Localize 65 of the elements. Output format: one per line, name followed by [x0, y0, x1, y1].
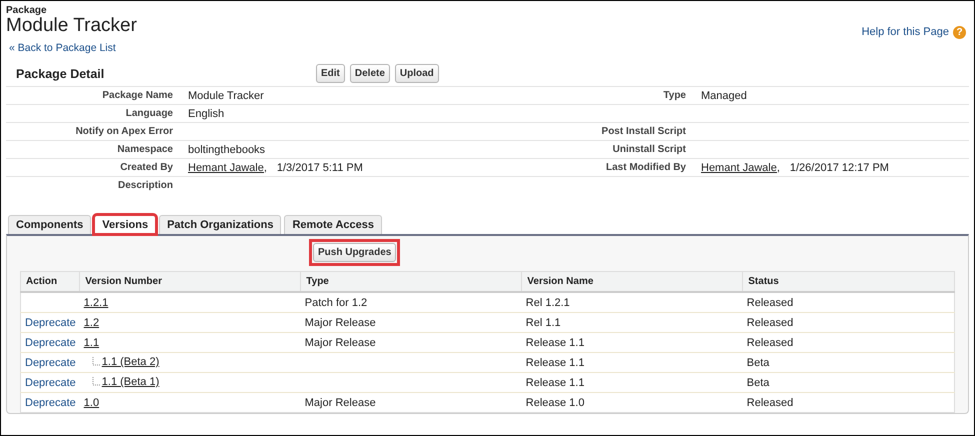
- tab[interactable]: Remote Access: [284, 215, 382, 234]
- field-value: English: [188, 108, 224, 120]
- field-label: Description: [118, 180, 173, 191]
- page-eyebrow: Package: [6, 5, 48, 16]
- deprecate-link[interactable]: Deprecate: [25, 376, 76, 388]
- field-value: 1/3/2017 5:11 PM: [276, 162, 363, 174]
- column-header: Version Number: [85, 276, 162, 287]
- section-title: Package Detail: [16, 66, 106, 80]
- tab[interactable]: Versions: [94, 215, 156, 234]
- field-label: Notify on Apex Error: [76, 126, 173, 137]
- table-cell: Beta: [746, 356, 770, 368]
- table-cell: Rel 1.2.1: [526, 296, 570, 308]
- version-link[interactable]: 1.2: [84, 316, 100, 328]
- action-button[interactable]: Delete: [350, 64, 390, 83]
- tree-connector-icon: [92, 356, 101, 366]
- table-cell: Released: [746, 396, 794, 408]
- field-value: Module Tracker: [188, 90, 264, 102]
- column-header: Action: [26, 276, 58, 287]
- table-cell: Release 1.1: [526, 356, 584, 368]
- version-link[interactable]: 1.1 (Beta 1): [102, 376, 160, 389]
- push-upgrades-button[interactable]: Push Upgrades: [313, 243, 396, 262]
- version-link[interactable]: 1.1 (Beta 2): [102, 356, 160, 369]
- page-title: Module Tracker: [6, 16, 137, 36]
- table-cell: Patch for 1.2: [304, 296, 368, 308]
- field-label: Namespace: [117, 144, 173, 155]
- deprecate-link[interactable]: Deprecate: [25, 396, 76, 408]
- table-cell: Released: [746, 336, 794, 348]
- column-header: Type: [306, 276, 329, 287]
- version-link[interactable]: 1.0: [84, 396, 100, 408]
- tab[interactable]: Components: [8, 215, 92, 234]
- field-label: Last Modified By: [606, 162, 686, 173]
- table-cell: Release 1.1: [526, 336, 584, 348]
- back-link[interactable]: « Back to Package List: [9, 42, 137, 54]
- table-cell: Major Release: [304, 396, 376, 408]
- user-link[interactable]: Hemant Jawale,: [188, 162, 267, 174]
- version-link[interactable]: 1.2.1: [84, 296, 108, 308]
- column-header: Status: [748, 276, 779, 287]
- table-cell: Released: [746, 316, 794, 328]
- field-label: Type: [663, 90, 686, 101]
- deprecate-link[interactable]: Deprecate: [25, 356, 76, 368]
- field-value: 1/26/2017 12:17 PM: [790, 162, 889, 174]
- table-cell: Major Release: [304, 316, 376, 328]
- help-link[interactable]: Help for this Page: [862, 26, 949, 38]
- deprecate-link[interactable]: Deprecate: [25, 316, 76, 328]
- deprecate-link[interactable]: Deprecate: [25, 336, 76, 348]
- field-label: Language: [126, 108, 173, 119]
- table-cell: Release 1.0: [526, 396, 584, 408]
- field-label: Uninstall Script: [612, 144, 686, 155]
- field-value: Managed: [701, 90, 747, 102]
- table-cell: Beta: [746, 376, 770, 388]
- field-value: boltingthebooks: [188, 144, 266, 156]
- table-cell: Released: [746, 296, 794, 308]
- tree-connector-icon: [92, 376, 101, 386]
- action-button[interactable]: Edit: [316, 64, 345, 83]
- field-label: Post Install Script: [602, 126, 686, 137]
- user-link[interactable]: Hemant Jawale,: [701, 162, 780, 174]
- version-link[interactable]: 1.1: [84, 336, 100, 348]
- action-button[interactable]: Upload: [394, 64, 439, 83]
- table-cell: Rel 1.1: [526, 316, 561, 328]
- table-cell: Release 1.1: [526, 376, 584, 388]
- column-header: Version Name: [527, 276, 594, 287]
- field-label: Package Name: [102, 90, 173, 101]
- field-label: Created By: [120, 162, 173, 173]
- table-cell: Major Release: [304, 336, 376, 348]
- tab[interactable]: Patch Organizations: [159, 215, 282, 234]
